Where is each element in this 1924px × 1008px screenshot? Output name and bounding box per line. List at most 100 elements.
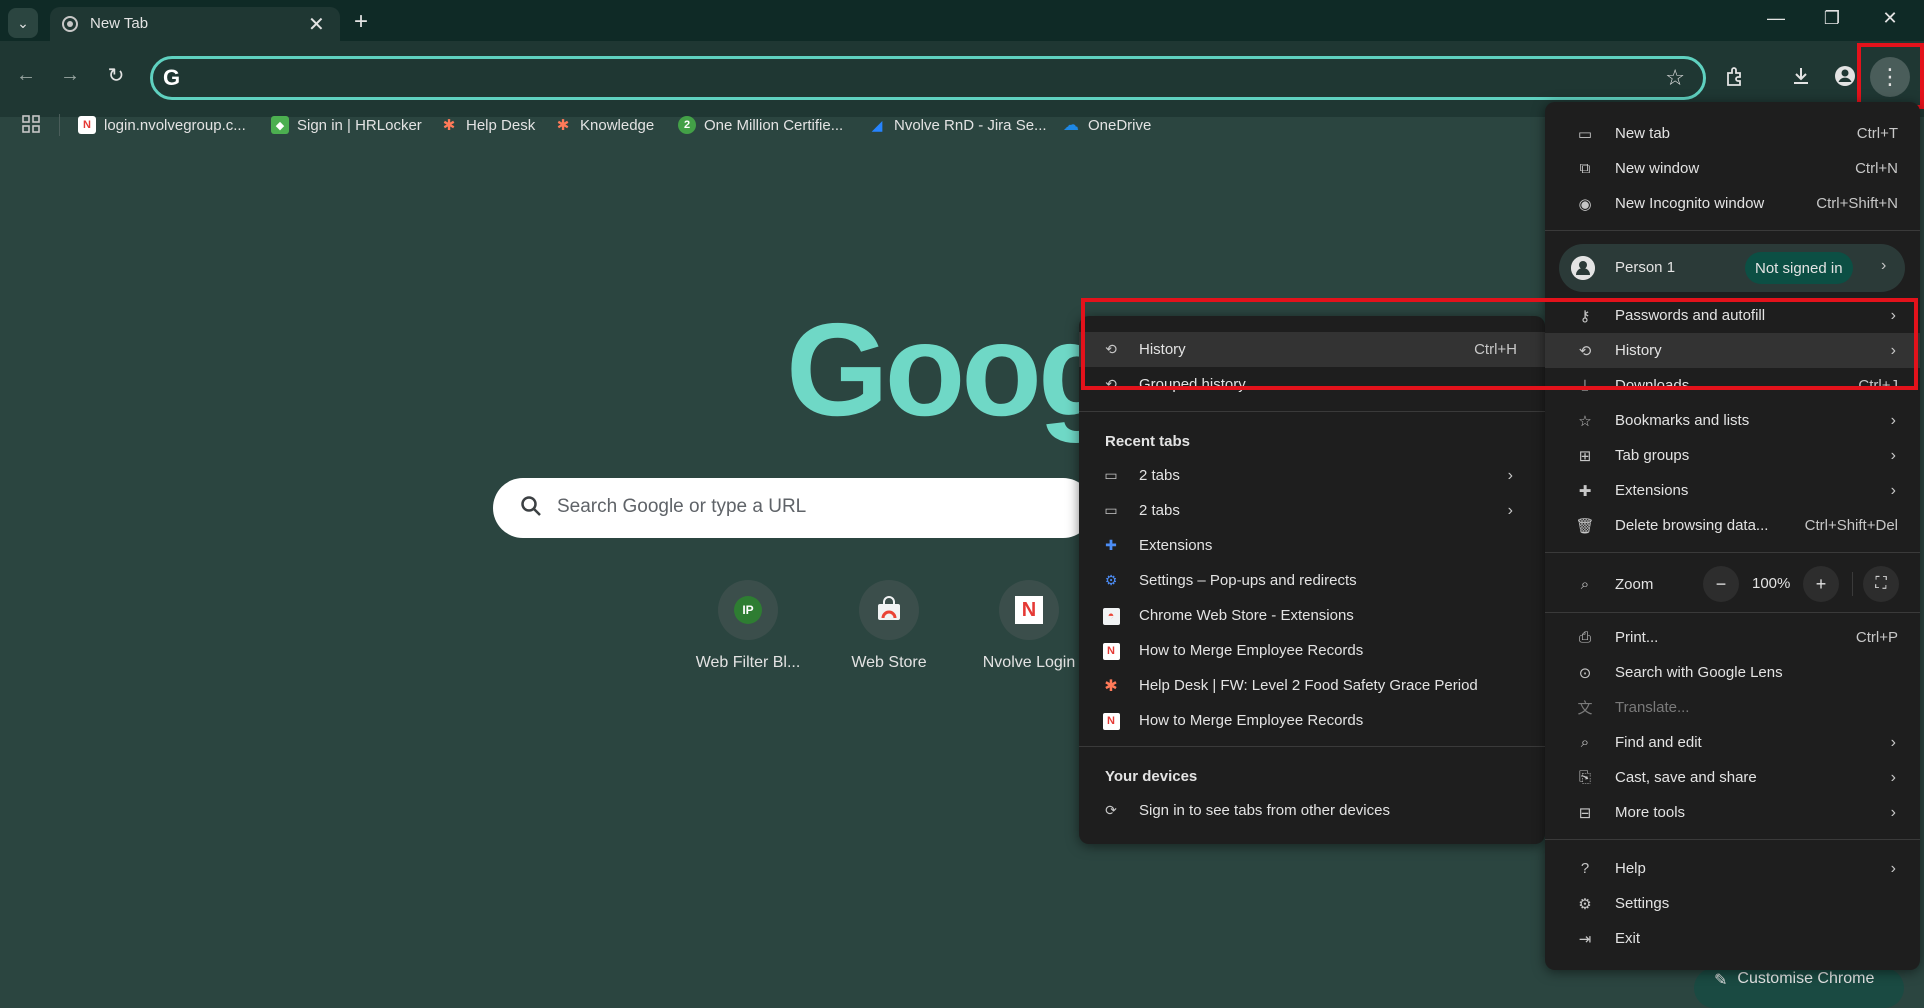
onedrive-cloud-icon: ☁ xyxy=(1063,117,1079,134)
recent-tab-item[interactable]: ▭ 2 tabs › xyxy=(1079,458,1545,493)
menu-label: Sign in to see tabs from other devices xyxy=(1139,802,1390,819)
menu-bookmarks[interactable]: ☆ Bookmarks and lists › xyxy=(1545,403,1920,438)
bookmark-item[interactable]: 2 One Million Certifie... xyxy=(678,114,843,136)
shortcut-label: Web Filter Bl... xyxy=(695,654,801,671)
bookmark-label: One Million Certifie... xyxy=(704,116,844,134)
cast-icon: ⎘ xyxy=(1578,769,1591,786)
recent-tab-item[interactable]: ⚙ Settings – Pop-ups and redirects xyxy=(1079,563,1545,598)
tab-new-tab[interactable]: New Tab ✕ xyxy=(50,7,340,41)
shortcut-icon: N xyxy=(999,580,1059,640)
ip-icon: IP xyxy=(734,596,762,624)
menu-new-window[interactable]: ⧉ New window Ctrl+N xyxy=(1545,151,1920,186)
address-bar[interactable]: G ☆ xyxy=(150,56,1706,100)
menu-shortcut: Ctrl+T xyxy=(1856,125,1898,142)
tab-groups-icon: ⊞ xyxy=(1578,447,1592,465)
nvolve-n-icon: N xyxy=(1101,711,1121,730)
bookmark-item[interactable]: ◢ Nvolve RnD - Jira Se... xyxy=(868,114,1047,136)
menu-help[interactable]: ? Help › xyxy=(1545,851,1920,886)
menu-label: Exit xyxy=(1615,930,1641,947)
devices-signin-item[interactable]: ⟳ Sign in to see tabs from other devices xyxy=(1079,793,1545,828)
bookmark-label: Nvolve RnD - Jira Se... xyxy=(894,116,1047,134)
chevron-right-icon: › xyxy=(1890,446,1896,464)
menu-cast-save-share[interactable]: ⎘ Cast, save and share › xyxy=(1545,760,1920,795)
profile-row[interactable]: Person 1 Not signed in › xyxy=(1559,244,1905,292)
bookmark-label: Knowledge xyxy=(580,116,655,134)
recent-tab-item[interactable]: N How to Merge Employee Records xyxy=(1079,633,1545,668)
zoom-in-button[interactable]: + xyxy=(1803,566,1839,602)
menu-label: Cast, save and share xyxy=(1615,769,1757,786)
shortcut-tile[interactable]: N Nvolve Login xyxy=(964,580,1094,672)
chevron-right-icon: › xyxy=(1890,411,1896,429)
menu-label: More tools xyxy=(1615,804,1686,821)
recent-tab-item[interactable]: ◓ Chrome Web Store - Extensions xyxy=(1079,598,1545,633)
shortcut-tile[interactable]: Web Store xyxy=(824,580,954,672)
menu-label: Bookmarks and lists xyxy=(1615,412,1750,429)
menu-label: Delete browsing data... xyxy=(1615,517,1769,534)
bookmark-item[interactable]: Nlogin.nvolvegroup.c... xyxy=(78,114,246,136)
minimize-button[interactable]: — xyxy=(1756,8,1796,29)
window-close-button[interactable]: ✕ xyxy=(1870,8,1910,29)
menu-label: New tab xyxy=(1615,125,1671,142)
menu-exit[interactable]: ⇥ Exit xyxy=(1545,921,1920,956)
translate-icon: 文 xyxy=(1577,700,1593,717)
menu-label: Zoom xyxy=(1615,575,1654,593)
webstore-icon: ◓ xyxy=(1101,606,1121,625)
menu-new-incognito[interactable]: ◉ New Incognito window Ctrl+Shift+N xyxy=(1545,186,1920,221)
forward-button[interactable]: → xyxy=(54,59,86,91)
menu-label: How to Merge Employee Records xyxy=(1139,642,1364,659)
recent-tabs-heading: Recent tabs xyxy=(1105,433,1191,450)
tab-close-icon[interactable]: ✕ xyxy=(308,12,325,37)
menu-divider xyxy=(1079,411,1545,412)
bookmark-label: Help Desk xyxy=(466,116,536,134)
jira-icon: ◢ xyxy=(871,116,883,133)
shortcut-tile[interactable]: IP Web Filter Bl... xyxy=(683,580,813,672)
back-button[interactable]: ← xyxy=(10,59,42,91)
new-window-icon: ⧉ xyxy=(1579,160,1591,177)
apps-grid-icon[interactable] xyxy=(22,115,40,138)
ntp-search-box[interactable]: Search Google or type a URL xyxy=(493,478,1093,538)
bookmark-star-icon[interactable]: ☆ xyxy=(1665,65,1685,91)
hrlocker-icon: ◆ xyxy=(271,116,289,134)
menu-label: 2 tabs xyxy=(1139,502,1180,519)
zoom-divider xyxy=(1852,572,1853,596)
shortcut-icon xyxy=(859,580,919,640)
restore-button[interactable]: ❐ xyxy=(1812,8,1852,29)
menu-print[interactable]: ⎙ Print... Ctrl+P xyxy=(1545,620,1920,655)
menu-google-lens[interactable]: ⊙ Search with Google Lens xyxy=(1545,655,1920,690)
menu-label: Find and edit xyxy=(1615,734,1702,751)
menu-settings[interactable]: ⚙ Settings xyxy=(1545,886,1920,921)
menu-divider xyxy=(1079,746,1545,747)
bookmark-item[interactable]: ◆ Sign in | HRLocker xyxy=(271,114,422,136)
recent-tab-item[interactable]: N How to Merge Employee Records xyxy=(1079,703,1545,738)
extensions-puzzle-icon[interactable] xyxy=(1718,59,1752,93)
tab-search-button[interactable]: ⌄ xyxy=(8,8,38,38)
menu-more-tools[interactable]: ⊟ More tools › xyxy=(1545,795,1920,830)
bookmark-item[interactable]: ☁ OneDrive xyxy=(1062,114,1151,136)
shortcut-icon: IP xyxy=(718,580,778,640)
menu-find-edit[interactable]: ⌕ Find and edit › xyxy=(1545,725,1920,760)
menu-label: Chrome Web Store - Extensions xyxy=(1139,607,1354,624)
menu-extensions[interactable]: ✚ Extensions › xyxy=(1545,473,1920,508)
customise-chrome-button[interactable]: ✎ Customise Chrome xyxy=(1694,968,1904,1008)
recent-tab-item[interactable]: ✱ Help Desk | FW: Level 2 Food Safety Gr… xyxy=(1079,668,1545,703)
recent-tab-item[interactable]: ▭ 2 tabs › xyxy=(1079,493,1545,528)
menu-shortcut: Ctrl+N xyxy=(1855,160,1898,177)
zoom-out-button[interactable]: − xyxy=(1703,566,1739,602)
sign-in-status-badge: Not signed in xyxy=(1745,252,1853,284)
menu-new-tab[interactable]: ▭ New tab Ctrl+T xyxy=(1545,116,1920,151)
fullscreen-icon[interactable]: ⛶ xyxy=(1863,566,1899,602)
new-tab-button[interactable]: + xyxy=(354,8,368,36)
reload-button[interactable]: ↻ xyxy=(100,59,132,91)
zoom-icon: ⌕ xyxy=(1580,575,1590,593)
window-icon: ▭ xyxy=(1104,467,1118,483)
window-icon: ▭ xyxy=(1104,502,1118,518)
bookmark-item[interactable]: ✱ Knowledge xyxy=(554,114,655,136)
menu-delete-browsing-data[interactable]: 🗑 Delete browsing data... Ctrl+Shift+Del xyxy=(1545,508,1920,543)
chevron-right-icon: › xyxy=(1507,466,1513,484)
menu-translate: 文 Translate... xyxy=(1545,690,1920,725)
download-icon[interactable] xyxy=(1784,59,1818,93)
recent-tab-item[interactable]: ✚ Extensions xyxy=(1079,528,1545,563)
bookmark-item[interactable]: ✱ Help Desk xyxy=(440,114,536,136)
incognito-icon: ◉ xyxy=(1578,195,1592,213)
menu-tab-groups[interactable]: ⊞ Tab groups › xyxy=(1545,438,1920,473)
